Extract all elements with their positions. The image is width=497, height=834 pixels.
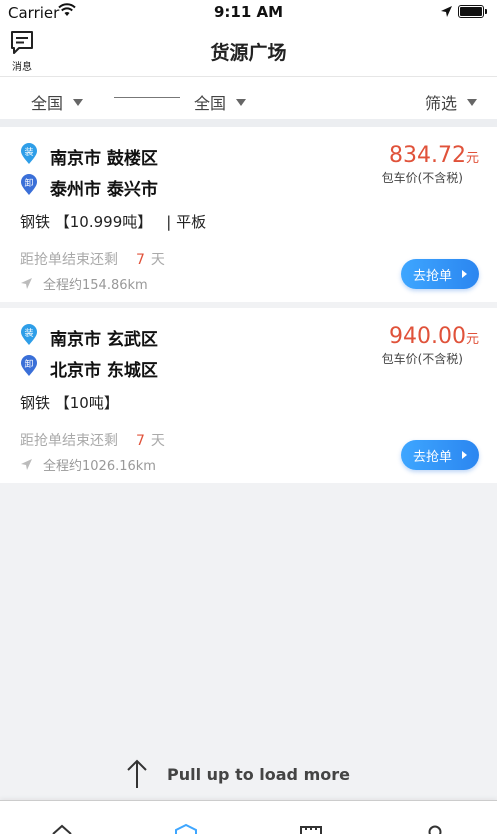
section-gap (0, 119, 497, 127)
cargo-desc: 钢铁 【10.999吨】 (20, 213, 152, 231)
distance-text: 全程约1026.16km (43, 455, 156, 474)
play-arrow-icon (462, 270, 467, 278)
cargo-info: 钢铁 【10.999吨】 | 平板 (20, 211, 206, 232)
grab-order-label: 去抢单 (413, 265, 452, 284)
load-pin-text: 装 (24, 146, 33, 158)
navigation-arrow-icon (20, 277, 33, 290)
price-unit: 元 (466, 151, 479, 166)
unload-city: 泰州市 泰兴市 (50, 175, 158, 200)
navigation-arrow-icon (20, 458, 33, 471)
unload-city: 北京市 东城区 (50, 356, 158, 381)
cargo-info: 钢铁 【10吨】 (20, 392, 119, 413)
nav-bar: 消息 货源广场 (0, 26, 497, 77)
price-note: 包车价(不含税) (382, 350, 463, 367)
route-divider (114, 97, 180, 98)
price: 834.72元 (389, 143, 479, 168)
tab-cargo-icon[interactable] (174, 823, 198, 834)
remain-label: 距抢单结束还剩 (20, 252, 118, 268)
status-bar: Carrier 9:11 AM (0, 0, 497, 26)
caret-down-icon (73, 99, 83, 106)
remain-days: 7 (136, 252, 145, 268)
vehicle-type: | 平板 (166, 213, 206, 231)
load-more-indicator: Pull up to load more (125, 758, 350, 790)
unload-pin-text: 卸 (24, 358, 33, 370)
price-value: 834.72 (389, 143, 466, 168)
load-pin-text: 装 (24, 327, 33, 339)
filter-screen-label: 筛选 (425, 90, 457, 114)
tab-bar (0, 800, 497, 834)
price-note: 包车价(不含税) (382, 169, 463, 186)
filter-screen[interactable]: 筛选 (425, 90, 477, 114)
tab-home-icon[interactable] (50, 823, 74, 834)
grab-order-button[interactable]: 去抢单 (401, 440, 479, 470)
load-city: 南京市 玄武区 (50, 325, 158, 350)
time-remaining: 距抢单结束还剩 7天 (20, 430, 165, 450)
caret-down-icon (236, 99, 246, 106)
location-arrow-icon (440, 5, 453, 18)
grab-order-label: 去抢单 (413, 446, 452, 465)
load-pin-icon: 装 (20, 324, 38, 346)
grab-order-button[interactable]: 去抢单 (401, 259, 479, 289)
remain-days: 7 (136, 433, 145, 449)
tab-profile-icon[interactable] (425, 823, 445, 834)
load-pin-icon: 装 (20, 143, 38, 165)
unload-pin-text: 卸 (24, 177, 33, 189)
filter-origin[interactable]: 全国 (31, 90, 83, 114)
play-arrow-icon (462, 451, 467, 459)
tab-orders-icon[interactable] (299, 823, 323, 834)
filter-origin-label: 全国 (31, 90, 63, 114)
remain-label: 距抢单结束还剩 (20, 433, 118, 449)
load-more-label: Pull up to load more (167, 765, 350, 784)
clock: 9:11 AM (0, 3, 497, 21)
remain-unit: 天 (151, 433, 165, 449)
price-unit: 元 (466, 332, 479, 347)
remain-unit: 天 (151, 252, 165, 268)
unload-pin-icon: 卸 (20, 355, 38, 377)
distance: 全程约154.86km (20, 274, 148, 293)
battery-icon (458, 5, 484, 18)
load-city: 南京市 鼓楼区 (50, 144, 158, 169)
filter-bar: 全国 全国 筛选 (0, 77, 497, 119)
page-title: 货源广场 (0, 38, 497, 65)
distance: 全程约1026.16km (20, 455, 156, 474)
cargo-desc: 钢铁 【10吨】 (20, 394, 119, 412)
caret-down-icon (467, 99, 477, 106)
price-value: 940.00 (389, 324, 466, 349)
price: 940.00元 (389, 324, 479, 349)
order-card[interactable]: 装 南京市 玄武区 卸 北京市 东城区 940.00元 包车价(不含税) 钢铁 … (0, 308, 497, 483)
unload-pin-icon: 卸 (20, 174, 38, 196)
time-remaining: 距抢单结束还剩 7天 (20, 249, 165, 269)
filter-destination[interactable]: 全国 (194, 90, 246, 114)
order-card[interactable]: 装 南京市 鼓楼区 卸 泰州市 泰兴市 834.72元 包车价(不含税) 钢铁 … (0, 127, 497, 302)
arrow-up-icon (125, 758, 149, 790)
filter-destination-label: 全国 (194, 90, 226, 114)
distance-text: 全程约154.86km (43, 274, 148, 293)
